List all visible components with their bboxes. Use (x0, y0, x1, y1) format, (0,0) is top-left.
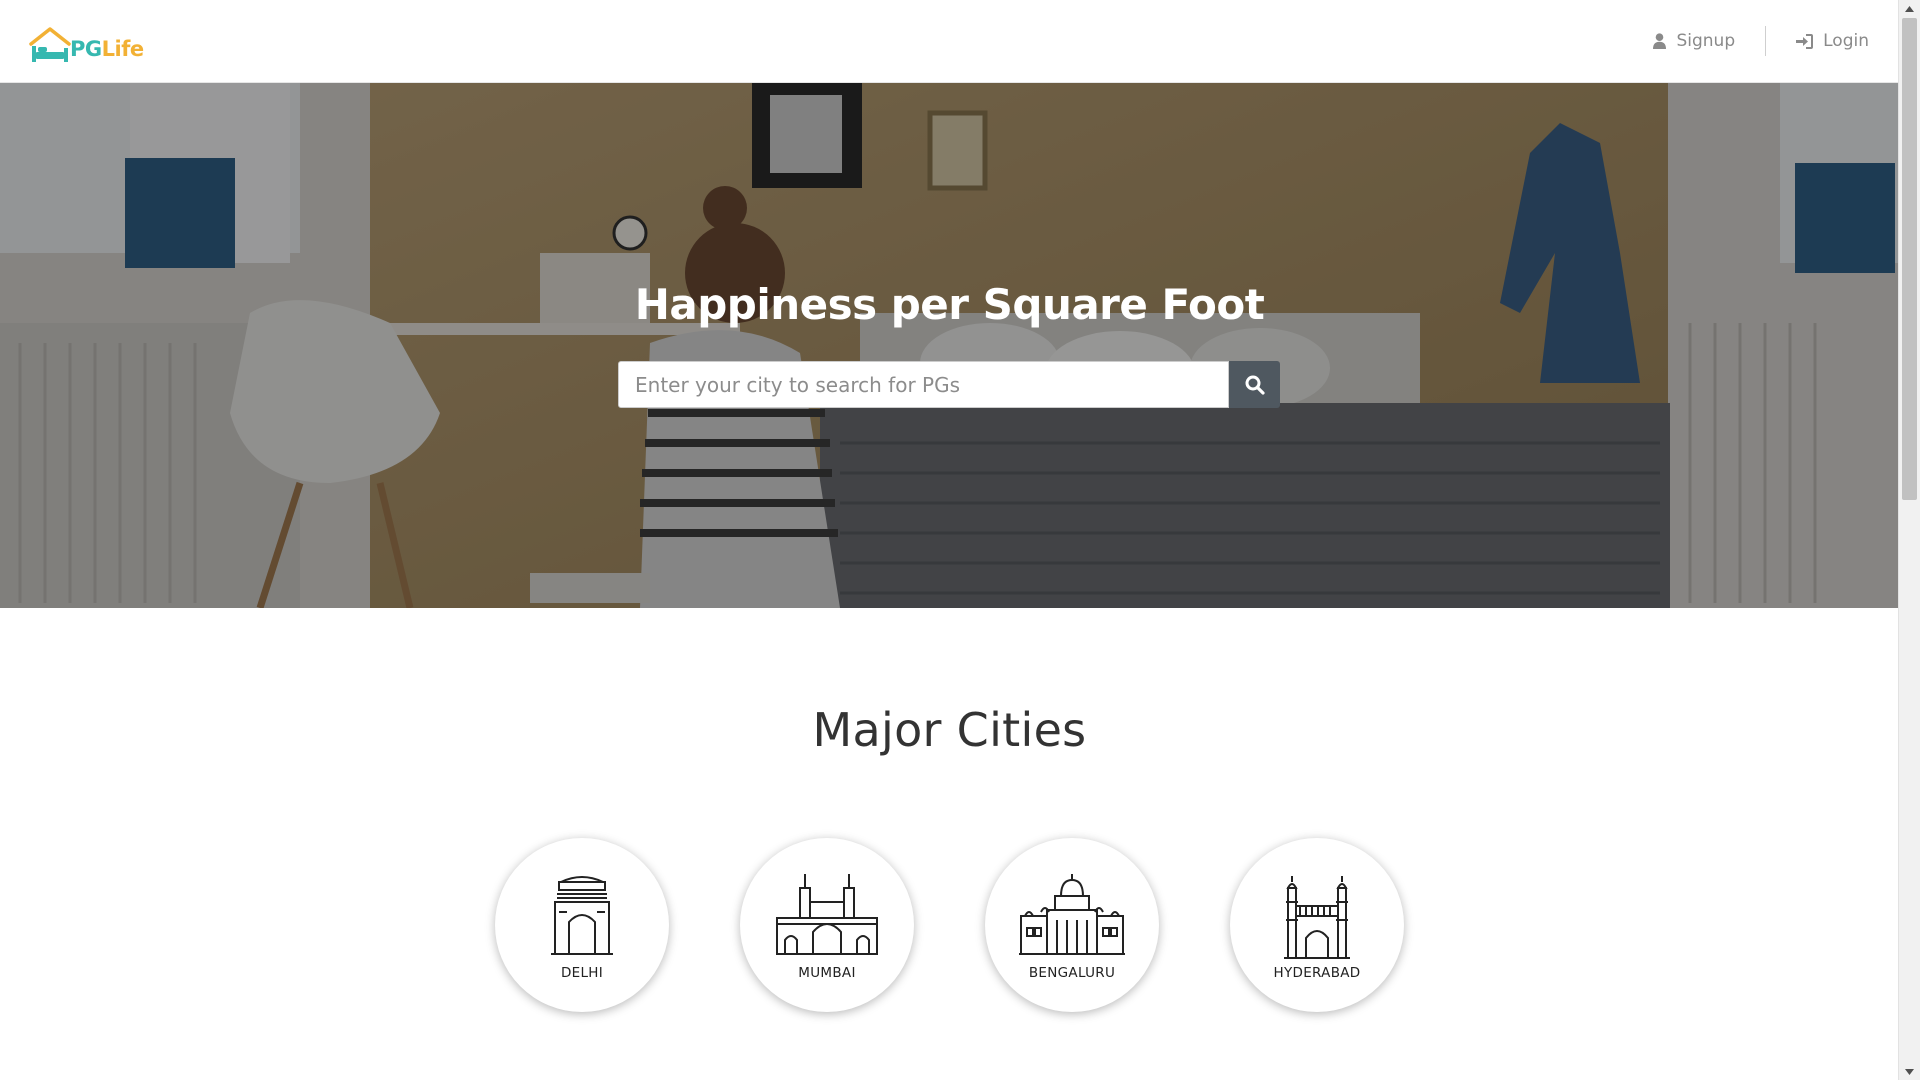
city-card-hyderabad[interactable]: HYDERABAD (1230, 838, 1404, 1012)
section-title-major-cities: Major Cities (812, 703, 1087, 757)
login-link[interactable]: Login (1796, 31, 1869, 51)
search-icon (1245, 375, 1265, 395)
vertical-scrollbar[interactable] (1898, 0, 1920, 1080)
charminar-icon (1284, 876, 1350, 959)
scrollbar-thumb[interactable] (1902, 18, 1917, 500)
hero-banner: Happiness per Square Foot (0, 83, 1899, 608)
search-button[interactable] (1229, 361, 1280, 408)
brand-logo[interactable]: PGLife (28, 22, 148, 64)
city-card-bengaluru[interactable]: BENGALURU (985, 838, 1159, 1012)
city-card-mumbai[interactable]: MUMBAI (740, 838, 914, 1012)
page: PGLife Signup Login Happiness per Square… (0, 0, 1899, 1080)
hero-title: Happiness per Square Foot (634, 280, 1265, 329)
signup-link[interactable]: Signup (1653, 31, 1735, 51)
navbar: PGLife Signup Login (0, 0, 1899, 83)
brand-name-pg: PG (70, 37, 102, 61)
city-name: DELHI (560, 965, 604, 981)
nav-divider (1765, 26, 1767, 56)
city-list: DELHI MUMBAI BENGALURU HYDERABAD (495, 838, 1405, 1014)
gateway-of-india-icon (776, 874, 878, 955)
scroll-down-arrow-icon[interactable] (1899, 1063, 1920, 1080)
brand-name-life: Life (101, 37, 144, 61)
city-card-delhi[interactable]: DELHI (495, 838, 669, 1012)
user-icon (1653, 33, 1667, 49)
city-name: MUMBAI (798, 965, 856, 981)
signup-label: Signup (1676, 31, 1736, 51)
scroll-up-arrow-icon[interactable] (1899, 0, 1920, 17)
city-name: HYDERABAD (1273, 965, 1361, 981)
nav-links: Signup Login (1653, 24, 1869, 58)
city-search (618, 361, 1280, 408)
house-bed-icon (29, 27, 71, 62)
city-name: BENGALURU (1028, 965, 1116, 981)
vidhana-soudha-icon (1019, 874, 1125, 955)
india-gate-icon (551, 876, 613, 955)
login-label: Login (1823, 31, 1869, 51)
search-input[interactable] (618, 361, 1229, 408)
sign-in-icon (1796, 33, 1814, 49)
